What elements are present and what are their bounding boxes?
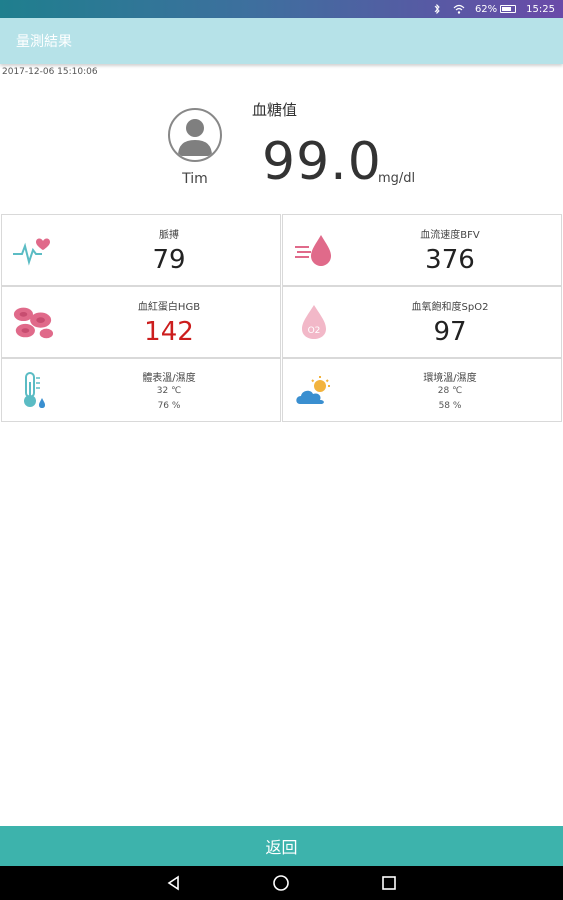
blood-drop-flow-icon (293, 229, 335, 271)
result-header: Tim 血糖值 99.0 mg/dl (0, 92, 563, 202)
spo2-card: O2 血氧飽和度SpO2 97 (282, 286, 562, 358)
body-temp-label: 體表溫/濕度 (142, 373, 196, 384)
app-bar: 量測結果 (0, 18, 563, 64)
user-name: Tim (182, 171, 208, 187)
pulse-label: 脈搏 (159, 230, 179, 241)
pulse-card: 脈搏 79 (1, 214, 281, 286)
battery-icon (500, 5, 517, 13)
back-triangle-icon[interactable] (163, 872, 185, 894)
blood-glucose-label: 血糖值 (252, 101, 298, 119)
status-bar: 62% 15:25 (0, 0, 563, 18)
body-temperature: 32 ℃ (156, 386, 182, 396)
weather-icon (293, 371, 335, 413)
spo2-label: 血氧飽和度SpO2 (411, 302, 489, 313)
hgb-value: 142 (144, 317, 194, 347)
status-time: 15:25 (526, 3, 555, 15)
red-blood-cells-icon (12, 301, 54, 343)
system-nav-bar (0, 866, 563, 900)
user-avatar-icon (178, 119, 212, 156)
env-temperature: 28 ℃ (437, 386, 463, 396)
body-temp-card: 體表溫/濕度 32 ℃ 76 % (1, 358, 281, 422)
bluetooth-icon (431, 4, 443, 14)
bfv-value: 376 (425, 245, 475, 275)
body-humidity: 76 % (157, 401, 181, 411)
battery-percent: 62% (474, 3, 498, 15)
wifi-icon (453, 4, 465, 14)
oxygen-drop-icon: O2 (293, 301, 335, 343)
back-button-label: 返回 (265, 838, 298, 857)
battery-indicator: 62% (474, 3, 517, 15)
page-title: 量測結果 (16, 34, 72, 50)
hgb-card: 血紅蛋白HGB 142 (1, 286, 281, 358)
blood-glucose-value: 99.0 (262, 132, 382, 192)
pulse-value: 79 (152, 245, 186, 275)
blood-glucose-unit: mg/dl (378, 171, 416, 186)
avatar (168, 108, 222, 162)
spo2-value: 97 (433, 317, 467, 347)
back-button[interactable]: 返回 (0, 826, 563, 866)
heart-pulse-icon (12, 229, 54, 271)
bfv-card: 血流速度BFV 376 (282, 214, 562, 286)
recents-square-icon[interactable] (378, 872, 400, 894)
thermometer-icon (12, 369, 54, 411)
home-circle-icon[interactable] (270, 872, 292, 894)
bfv-label: 血流速度BFV (420, 230, 480, 241)
env-temp-label: 環境溫/濕度 (423, 373, 477, 384)
env-temp-card: 環境溫/濕度 28 ℃ 58 % (282, 358, 562, 422)
svg-text:O2: O2 (308, 326, 321, 336)
env-humidity: 58 % (438, 401, 462, 411)
measurement-timestamp: 2017-12-06 15:10:06 (2, 67, 98, 77)
hgb-label: 血紅蛋白HGB (137, 302, 201, 313)
